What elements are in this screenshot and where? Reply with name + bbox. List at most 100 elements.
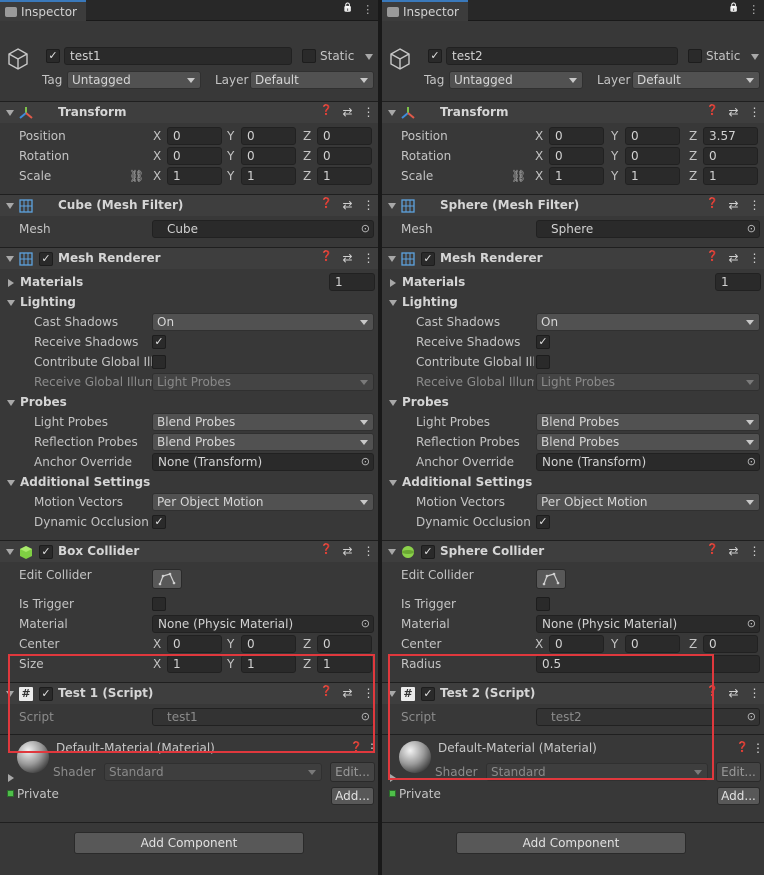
- position-x-field[interactable]: 0: [549, 127, 604, 145]
- tag-dropdown[interactable]: Untagged: [449, 71, 583, 89]
- lighting-foldout-icon[interactable]: [389, 300, 397, 306]
- component-enabled-checkbox[interactable]: ✓: [421, 545, 435, 559]
- collider-material-field[interactable]: None (Physic Material): [152, 615, 374, 633]
- more-options-icon[interactable]: ⋮: [363, 198, 375, 212]
- light-probes-dropdown[interactable]: Blend Probes: [536, 413, 760, 431]
- cast-shadows-dropdown[interactable]: On: [536, 313, 760, 331]
- more-options-icon[interactable]: ⋮: [363, 251, 375, 265]
- position-x-field[interactable]: 0: [167, 127, 222, 145]
- object-name-field[interactable]: test2: [446, 47, 678, 65]
- inspector-tab[interactable]: Inspector: [382, 0, 468, 21]
- dynamic-occlusion-checkbox[interactable]: ✓: [536, 515, 550, 529]
- edit-collider-button[interactable]: [536, 569, 566, 589]
- more-options-icon[interactable]: ⋮: [749, 251, 761, 265]
- position-z-field[interactable]: 3.57: [703, 127, 758, 145]
- box-collider-header[interactable]: ✓ Box Collider ❓ ⇄ ⋮: [0, 540, 378, 562]
- foldout-arrow-icon[interactable]: [6, 549, 14, 555]
- mesh-renderer-header[interactable]: ✓ Mesh Renderer ❓ ⇄ ⋮: [382, 247, 764, 269]
- more-options-icon[interactable]: ⋮: [363, 544, 375, 558]
- scale-y-field[interactable]: 1: [625, 167, 680, 185]
- more-options-icon[interactable]: ⋮: [749, 198, 761, 212]
- additional-settings-foldout-icon[interactable]: [389, 480, 397, 486]
- anchor-override-field[interactable]: None (Transform): [536, 453, 760, 471]
- help-icon[interactable]: ❓: [736, 740, 748, 756]
- materials-foldout-icon[interactable]: [8, 279, 14, 287]
- center-y-field[interactable]: 0: [241, 635, 296, 653]
- component-enabled-checkbox[interactable]: ✓: [39, 252, 53, 266]
- anchor-override-field[interactable]: None (Transform): [152, 453, 374, 471]
- rotation-x-field[interactable]: 0: [549, 147, 604, 165]
- material-foldout-icon[interactable]: [8, 774, 14, 782]
- receive-shadows-checkbox[interactable]: ✓: [536, 335, 550, 349]
- scale-x-field[interactable]: 1: [549, 167, 604, 185]
- preset-icon[interactable]: ⇄: [728, 105, 738, 119]
- mesh-filter-header[interactable]: Sphere (Mesh Filter) ❓ ⇄ ⋮: [382, 194, 764, 216]
- foldout-arrow-icon[interactable]: [388, 110, 396, 116]
- tag-dropdown[interactable]: Untagged: [67, 71, 201, 89]
- transform-header[interactable]: Transform ❓ ⇄ ⋮: [0, 101, 378, 123]
- active-checkbox[interactable]: ✓: [428, 49, 442, 63]
- help-icon[interactable]: ❓: [320, 105, 332, 119]
- foldout-arrow-icon[interactable]: [388, 549, 396, 555]
- foldout-arrow-icon[interactable]: [388, 256, 396, 262]
- help-icon[interactable]: ❓: [706, 198, 718, 212]
- layer-dropdown[interactable]: Default: [250, 71, 374, 89]
- scale-x-field[interactable]: 1: [167, 167, 222, 185]
- additional-settings-foldout-icon[interactable]: [7, 480, 15, 486]
- probes-foldout-icon[interactable]: [7, 400, 15, 406]
- reflection-probes-dropdown[interactable]: Blend Probes: [536, 433, 760, 451]
- is-trigger-checkbox[interactable]: [152, 597, 166, 611]
- inspector-tab[interactable]: Inspector: [0, 0, 86, 21]
- preset-icon[interactable]: ⇄: [728, 686, 738, 700]
- rotation-z-field[interactable]: 0: [317, 147, 372, 165]
- center-x-field[interactable]: 0: [167, 635, 222, 653]
- center-y-field[interactable]: 0: [625, 635, 680, 653]
- cast-shadows-dropdown[interactable]: On: [152, 313, 374, 331]
- more-options-icon[interactable]: ⋮: [749, 544, 761, 558]
- more-options-icon[interactable]: ⋮: [749, 105, 761, 119]
- collider-material-field[interactable]: None (Physic Material): [536, 615, 760, 633]
- add-button[interactable]: Add...: [717, 787, 760, 805]
- mesh-filter-header[interactable]: Cube (Mesh Filter) ❓ ⇄ ⋮: [0, 194, 378, 216]
- rotation-x-field[interactable]: 0: [167, 147, 222, 165]
- foldout-arrow-icon[interactable]: [6, 203, 14, 209]
- light-probes-dropdown[interactable]: Blend Probes: [152, 413, 374, 431]
- lock-icon[interactable]: 🔒: [342, 3, 353, 16]
- more-options-icon[interactable]: ⋮: [362, 3, 373, 16]
- add-component-button[interactable]: Add Component: [456, 832, 686, 854]
- receive-shadows-checkbox[interactable]: ✓: [152, 335, 166, 349]
- preset-icon[interactable]: ⇄: [342, 251, 352, 265]
- constrain-proportions-icon[interactable]: ⛓: [129, 168, 144, 184]
- add-button[interactable]: Add...: [331, 787, 374, 805]
- lock-icon[interactable]: 🔒: [728, 3, 739, 16]
- mesh-renderer-header[interactable]: ✓ Mesh Renderer ❓ ⇄ ⋮: [0, 247, 378, 269]
- shader-dropdown[interactable]: Standard: [104, 763, 322, 781]
- preset-icon[interactable]: ⇄: [342, 544, 352, 558]
- dynamic-occlusion-checkbox[interactable]: ✓: [152, 515, 166, 529]
- edit-shader-button[interactable]: Edit...: [716, 762, 761, 782]
- rotation-z-field[interactable]: 0: [703, 147, 758, 165]
- mesh-field[interactable]: Sphere: [536, 220, 760, 238]
- preset-icon[interactable]: ⇄: [728, 544, 738, 558]
- active-checkbox[interactable]: ✓: [46, 49, 60, 63]
- more-options-icon[interactable]: ⋮: [363, 105, 375, 119]
- add-component-button[interactable]: Add Component: [74, 832, 304, 854]
- more-options-icon[interactable]: ⋮: [748, 3, 759, 16]
- help-icon[interactable]: ❓: [706, 544, 718, 558]
- foldout-arrow-icon[interactable]: [388, 203, 396, 209]
- scale-y-field[interactable]: 1: [241, 167, 296, 185]
- scale-z-field[interactable]: 1: [317, 167, 372, 185]
- center-z-field[interactable]: 0: [703, 635, 758, 653]
- component-enabled-checkbox[interactable]: ✓: [39, 545, 53, 559]
- is-trigger-checkbox[interactable]: [536, 597, 550, 611]
- center-z-field[interactable]: 0: [317, 635, 372, 653]
- materials-foldout-icon[interactable]: [390, 279, 396, 287]
- mesh-field[interactable]: Cube: [152, 220, 374, 238]
- edit-shader-button[interactable]: Edit...: [330, 762, 375, 782]
- more-options-icon[interactable]: ⋮: [752, 740, 764, 756]
- rotation-y-field[interactable]: 0: [625, 147, 680, 165]
- layer-dropdown[interactable]: Default: [632, 71, 760, 89]
- preset-icon[interactable]: ⇄: [728, 251, 738, 265]
- static-dropdown-icon[interactable]: [751, 54, 759, 60]
- position-z-field[interactable]: 0: [317, 127, 372, 145]
